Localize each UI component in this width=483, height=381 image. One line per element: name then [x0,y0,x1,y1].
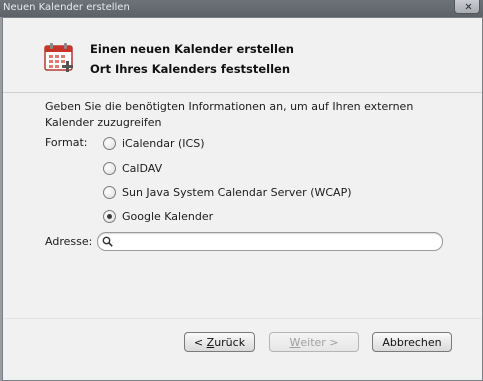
radio-label[interactable]: CalDAV [122,162,162,175]
back-button-prefix: < [193,335,207,349]
next-button-label: eiter > [300,335,339,349]
radio-google-kalender[interactable]: Google Kalender [103,208,213,224]
radio-label[interactable]: Sun Java System Calendar Server (WCAP) [122,186,352,199]
radio-caldav[interactable]: CalDAV [103,160,162,176]
back-button-accesskey: Z [206,335,215,349]
back-button[interactable]: < Zurück [184,332,255,352]
radio-icalendar[interactable]: iCalendar (ICS) [103,135,205,151]
back-button-label: urück [214,335,246,349]
cancel-button[interactable]: Abbrechen [372,332,452,352]
address-field[interactable] [97,232,443,251]
dialog: Einen neuen Kalender erstellen Ort Ihres… [2,17,483,381]
close-button[interactable] [454,0,480,14]
window-title: Neuen Kalender erstellen [3,2,130,13]
dialog-header: Einen neuen Kalender erstellen Ort Ihres… [3,18,482,84]
radio-label[interactable]: Google Kalender [122,210,213,223]
page-subtitle: Ort Ihres Kalenders feststellen [90,62,291,76]
radio-button[interactable] [103,161,116,175]
instructions-text: Geben Sie die benötigten Informationen a… [45,100,414,129]
radio-wcap[interactable]: Sun Java System Calendar Server (WCAP) [103,184,352,200]
page-title: Einen neuen Kalender erstellen [90,42,294,56]
format-label: Format: [45,136,88,149]
radio-button-selected[interactable] [103,209,116,223]
radio-button[interactable] [103,136,116,150]
radio-button[interactable] [103,185,116,199]
address-label: Adresse: [45,235,93,248]
radio-label[interactable]: iCalendar (ICS) [122,137,205,150]
address-input[interactable] [116,233,434,250]
window-titlebar: Neuen Kalender erstellen [0,0,483,17]
footer-divider [3,318,482,319]
next-button[interactable]: Weiter > [269,332,359,352]
next-button-accesskey: W [289,335,301,349]
header-divider [3,92,482,93]
calendar-add-icon [44,43,73,72]
search-icon [102,236,113,247]
